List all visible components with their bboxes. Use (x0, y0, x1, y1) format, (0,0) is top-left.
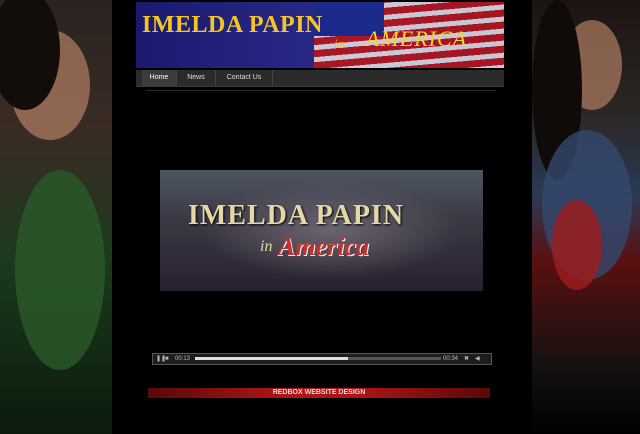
video-player[interactable]: IMELDA PAPIN in America (160, 170, 483, 291)
nav-home[interactable]: Home (142, 70, 177, 86)
duration: 00:34 (443, 356, 459, 362)
video-title-in: in (260, 238, 273, 255)
seek-progress (195, 357, 348, 360)
site-title-america: AMERICA (366, 26, 468, 51)
footer-bar: REDBOX WEBSITE DESIGN (148, 388, 490, 398)
nav-contact-us[interactable]: Contact Us (216, 70, 273, 86)
current-time: 00:13 (175, 356, 191, 362)
right-photo (532, 0, 640, 434)
footer-credit[interactable]: REDBOX WEBSITE DESIGN (148, 388, 490, 398)
divider (146, 90, 496, 91)
video-controls: ❚❚ ■ 00:13 00:34 ✖ ◀ (152, 353, 492, 365)
site-title: IMELDA PAPIN (142, 12, 323, 38)
stop-icon[interactable]: ■ (165, 355, 169, 363)
volume-icon[interactable]: ◀ (475, 355, 480, 363)
left-photo (0, 0, 112, 434)
main-nav: Home News Contact Us (136, 70, 504, 87)
nav-news[interactable]: News (177, 70, 216, 86)
seek-bar[interactable] (195, 357, 441, 360)
video-title-america: America (278, 232, 369, 261)
site-header-banner: IMELDA PAPIN in AMERICA (136, 2, 504, 68)
video-title: IMELDA PAPIN (188, 200, 405, 231)
fullscreen-icon[interactable]: ✖ (464, 355, 469, 363)
site-title-in: in (334, 36, 345, 51)
